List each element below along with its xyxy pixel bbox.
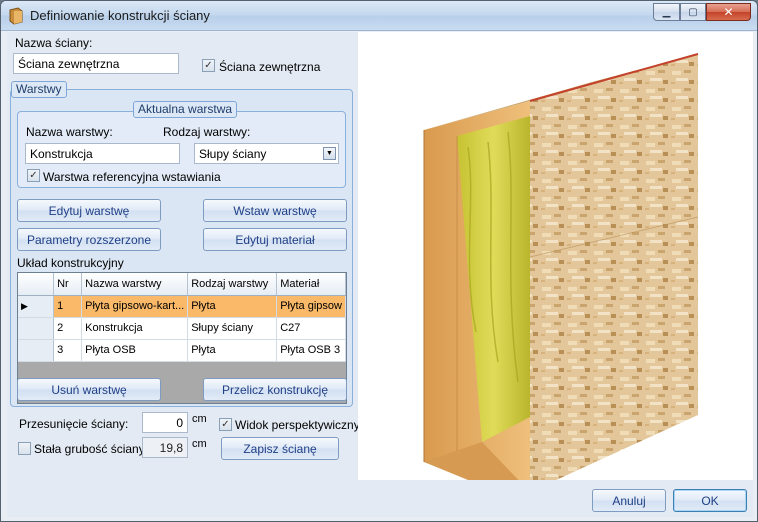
title-bar[interactable]: Definiowanie konstrukcji ściany ▁ ▢ ✕ <box>1 1 757 31</box>
maximize-button[interactable]: ▢ <box>680 3 706 21</box>
edit-material-button[interactable]: Edytuj materiał <box>203 228 347 251</box>
chevron-down-icon[interactable]: ▼ <box>323 147 336 160</box>
layer-type-value: Słupy ściany <box>199 147 267 161</box>
fixed-thickness-checkbox[interactable] <box>18 442 31 455</box>
close-button[interactable]: ✕ <box>706 3 751 21</box>
exterior-wall-checkbox[interactable]: ✓ <box>202 59 215 72</box>
perspective-view-label: Widok perspektywiczny <box>235 418 360 432</box>
ok-button[interactable]: OK <box>673 489 747 512</box>
perspective-view-checkbox[interactable]: ✓ <box>219 418 232 431</box>
column-header-name[interactable]: Nazwa warstwy <box>81 273 189 296</box>
table-row[interactable]: 2 Konstrukcja Słupy ściany C27 <box>18 317 346 340</box>
reference-layer-label: Warstwa referencyjna wstawiania <box>43 170 221 184</box>
column-header-nr[interactable]: Nr <box>53 273 83 296</box>
wall-app-icon <box>9 7 23 25</box>
cell-material[interactable]: C27 <box>276 317 346 340</box>
table-header-row: Nr Nazwa warstwy Rodzaj warstwy Materiał <box>18 273 346 296</box>
fixed-thickness-label: Stała grubość ściany: <box>34 442 149 456</box>
current-row-marker-icon: ▶ <box>18 295 55 318</box>
maximize-icon: ▢ <box>688 6 698 18</box>
cell-type[interactable]: Płyta <box>187 295 278 318</box>
row-header[interactable] <box>18 317 55 340</box>
extended-params-button[interactable]: Parametry rozszerzone <box>17 228 161 251</box>
layer-name-input[interactable]: Konstrukcja <box>25 143 180 164</box>
wall-offset-unit: cm <box>192 413 207 425</box>
wall-name-input[interactable]: Ściana zewnętrzna <box>13 53 179 74</box>
minimize-button[interactable]: ▁ <box>653 3 680 21</box>
osb-panel-face <box>530 54 698 492</box>
cell-material[interactable]: Płyta OSB 3 <box>276 339 346 362</box>
fixed-thickness-input[interactable]: 19,8 <box>142 437 188 458</box>
edit-layer-button[interactable]: Edytuj warstwę <box>17 199 161 222</box>
cell-type[interactable]: Płyta <box>187 339 278 362</box>
dialog-client: Nazwa ściany: Ściana zewnętrzna ✓ Ściana… <box>7 32 753 517</box>
save-wall-button[interactable]: Zapisz ścianę <box>221 437 339 460</box>
row-header[interactable] <box>18 339 55 362</box>
reference-layer-checkbox[interactable]: ✓ <box>27 169 40 182</box>
fixed-thickness-unit: cm <box>192 438 207 450</box>
cell-name[interactable]: Płyta gipsowo-kart... <box>81 295 189 318</box>
construction-grid-title: Układ konstrukcyjny <box>17 256 124 270</box>
layer-type-select[interactable]: Słupy ściany ▼ <box>194 143 339 164</box>
dialog-window: Definiowanie konstrukcji ściany ▁ ▢ ✕ Na… <box>0 0 758 522</box>
delete-layer-button[interactable]: Usuń warstwę <box>17 378 161 401</box>
close-icon: ✕ <box>723 5 734 19</box>
table-row[interactable]: ▶ 1 Płyta gipsowo-kart... Płyta Płyta gi… <box>18 295 346 318</box>
wall-3d-preview[interactable] <box>358 32 753 492</box>
current-layer-title: Aktualna warstwa <box>133 101 238 118</box>
table-row[interactable]: 3 Płyta OSB Płyta Płyta OSB 3 <box>18 339 346 362</box>
column-header-type[interactable]: Rodzaj warstwy <box>187 273 278 296</box>
table-corner-header[interactable] <box>18 273 55 296</box>
cancel-button[interactable]: Anuluj <box>592 489 666 512</box>
cell-nr[interactable]: 2 <box>53 317 83 340</box>
recalc-construction-button[interactable]: Przelicz konstrukcję <box>203 378 347 401</box>
cell-material[interactable]: Płyta gipsow <box>276 295 346 318</box>
layers-group-title: Warstwy <box>11 81 67 98</box>
column-header-material[interactable]: Materiał <box>276 273 346 296</box>
cell-type[interactable]: Słupy ściany <box>187 317 278 340</box>
cell-name[interactable]: Płyta OSB <box>81 339 189 362</box>
layer-type-label: Rodzaj warstwy: <box>163 125 251 139</box>
wall-offset-label: Przesunięcie ściany: <box>19 417 129 431</box>
wall-name-label: Nazwa ściany: <box>15 36 93 50</box>
window-title: Definiowanie konstrukcji ściany <box>30 8 210 23</box>
cell-nr[interactable]: 3 <box>53 339 83 362</box>
wall-offset-input[interactable]: 0 <box>142 412 188 433</box>
cell-name[interactable]: Konstrukcja <box>81 317 189 340</box>
insert-layer-button[interactable]: Wstaw warstwę <box>203 199 347 222</box>
exterior-wall-label: Ściana zewnętrzna <box>219 60 321 74</box>
layer-name-label: Nazwa warstwy: <box>26 125 113 139</box>
minimize-icon: ▁ <box>662 6 671 18</box>
cell-nr[interactable]: 1 <box>53 295 83 318</box>
wall-3d-render <box>423 53 699 492</box>
